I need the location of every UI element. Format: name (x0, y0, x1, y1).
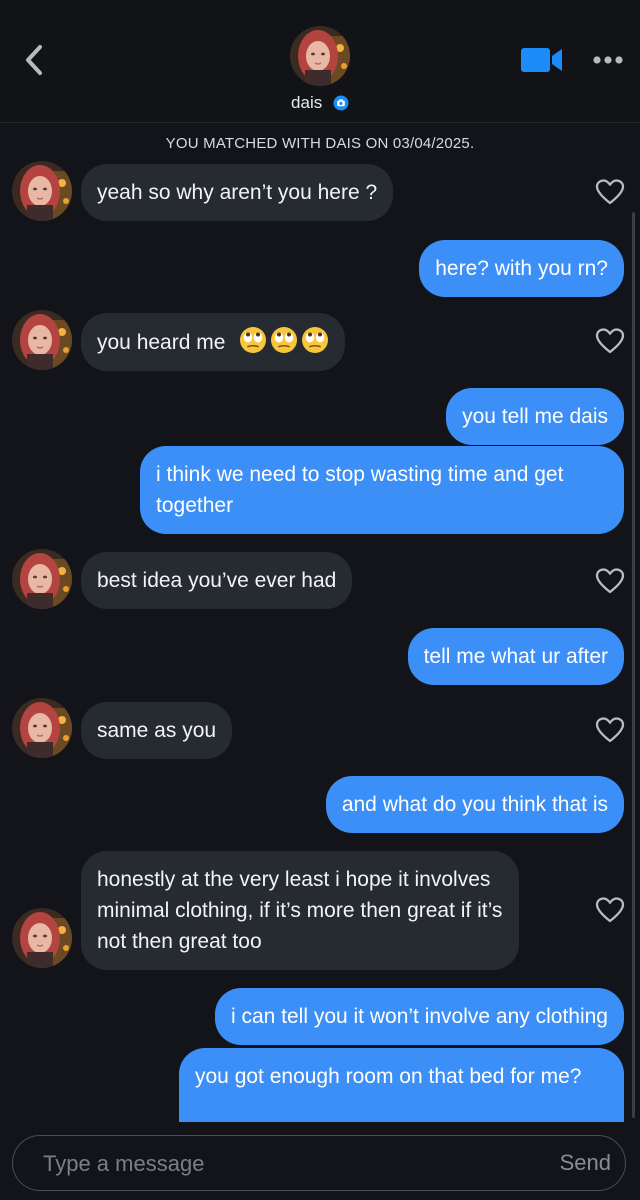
send-button[interactable]: Send (560, 1146, 611, 1180)
verified-badge-icon (333, 95, 349, 111)
outgoing-message[interactable]: you tell me dais (446, 388, 624, 445)
message-text: same as you (97, 719, 217, 742)
match-banner: YOU MATCHED WITH DAIS ON 03/04/2025. (165, 135, 475, 152)
outgoing-message[interactable]: i can tell you it won’t involve any clot… (214, 988, 624, 1045)
message-text: you heard me (97, 331, 226, 354)
message-input[interactable] (41, 1146, 505, 1182)
incoming-message[interactable]: best idea you’ve ever had (81, 552, 353, 609)
outgoing-message[interactable]: you got enough room on that bed for me? (179, 1048, 624, 1122)
header-avatar[interactable] (290, 26, 350, 86)
message-text: here? with you rn? (435, 257, 608, 280)
contact-name: dais (291, 92, 323, 112)
message-text: best idea you’ve ever had (97, 569, 337, 592)
message-avatar[interactable] (12, 698, 72, 758)
message-avatar[interactable] (12, 161, 72, 221)
message-text: tell me what ur after (423, 645, 608, 668)
scrollbar[interactable] (632, 212, 635, 1118)
message-text: i think we need to stop wasting time and… (156, 463, 564, 517)
heart-icon[interactable] (595, 896, 625, 924)
header-name-row[interactable]: dais (0, 92, 640, 113)
heart-icon[interactable] (595, 567, 625, 595)
outgoing-message[interactable]: and what do you think that is (325, 776, 624, 833)
face-with-rolling-eyes-icon (239, 326, 267, 354)
message-avatar[interactable] (12, 310, 72, 370)
chat-header: dais (0, 0, 640, 123)
incoming-message[interactable]: you heard me (81, 313, 346, 371)
incoming-message[interactable]: honestly at the very least i hope it inv… (81, 851, 519, 970)
message-composer: Send (12, 1135, 626, 1191)
heart-icon[interactable] (595, 327, 625, 355)
ellipsis-icon[interactable] (592, 55, 624, 65)
face-with-rolling-eyes-icon (270, 326, 298, 354)
message-text: you got enough room on that bed for me? (195, 1065, 582, 1088)
outgoing-message[interactable]: tell me what ur after (407, 628, 624, 685)
message-text: honestly at the very least i hope it inv… (97, 868, 503, 953)
video-camera-icon[interactable] (520, 46, 564, 74)
incoming-message[interactable]: same as you (81, 702, 233, 759)
message-text: and what do you think that is (341, 793, 608, 816)
message-text: i can tell you it won’t involve any clot… (230, 1005, 608, 1028)
outgoing-message[interactable]: i think we need to stop wasting time and… (140, 446, 624, 534)
message-text: yeah so why aren’t you here ? (97, 181, 378, 204)
face-with-rolling-eyes-icon (301, 326, 329, 354)
heart-icon[interactable] (595, 716, 625, 744)
outgoing-message[interactable]: here? with you rn? (419, 240, 624, 297)
heart-icon[interactable] (595, 178, 625, 206)
message-avatar[interactable] (12, 908, 72, 968)
chevron-left-icon[interactable] (20, 42, 50, 78)
incoming-message[interactable]: yeah so why aren’t you here ? (81, 164, 394, 221)
message-text: you tell me dais (462, 405, 608, 428)
message-avatar[interactable] (12, 549, 72, 609)
